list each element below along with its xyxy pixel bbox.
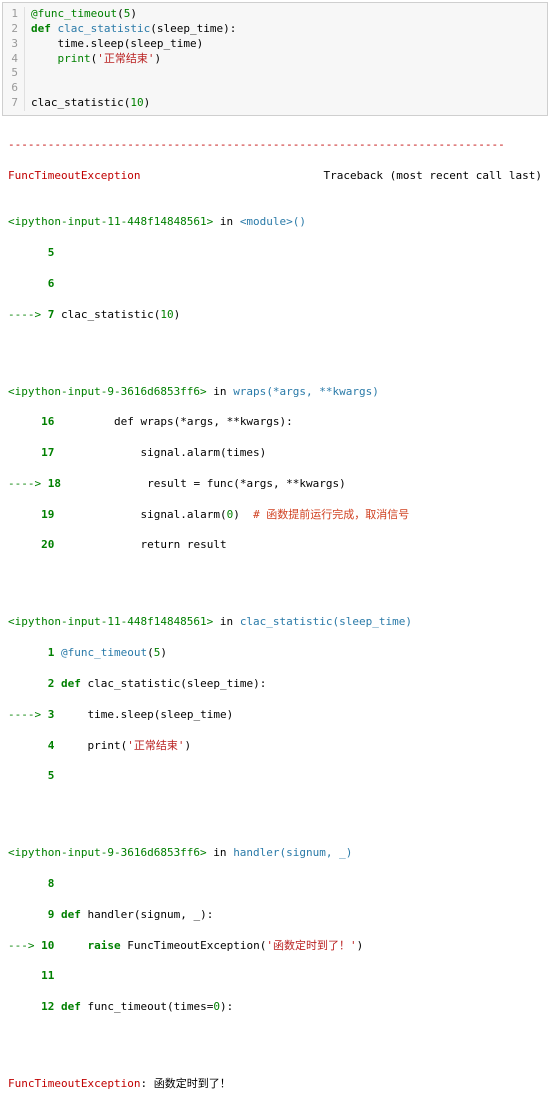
code-line: 2 def clac_statistic(sleep_time):: [3, 22, 547, 37]
comment: # 函数提前运行完成，取消信号: [253, 508, 409, 521]
literal: 5: [124, 7, 131, 20]
frame-location: <ipython-input-9-3616d6853ff6>: [8, 846, 207, 859]
lineno: 12: [41, 1000, 54, 1013]
arrow-icon: ---->: [8, 308, 48, 321]
frame: <ipython-input-11-448f14848561> in clac_…: [8, 614, 542, 629]
arrow-icon: ---->: [8, 477, 48, 490]
tb-line: 20 return result: [8, 537, 542, 552]
tb-line: 11: [8, 968, 542, 983]
line-number: 7: [3, 96, 25, 111]
tb-arrow-line: ---> 10 raise FuncTimeoutException('函数定时…: [8, 938, 542, 953]
line-number: 3: [3, 37, 25, 52]
scope: wraps: [233, 385, 266, 398]
code-line: 3 time.sleep(sleep_time): [3, 37, 547, 52]
line-number: 6: [3, 81, 25, 96]
tb-line: 9 def handler(signum, _):: [8, 907, 542, 922]
scope: handler: [233, 846, 279, 859]
code-line: 1 @func_timeout(5): [3, 7, 547, 22]
literal: 10: [130, 96, 143, 109]
traceback-label: Traceback (most recent call last): [323, 168, 542, 183]
keyword: def: [31, 22, 58, 35]
arrow-icon: ---->: [8, 708, 48, 721]
tb-arrow-line: ----> 18 result = func(*args, **kwargs): [8, 476, 542, 491]
statement: time.sleep(sleep_time): [58, 37, 204, 50]
lineno: 10: [41, 939, 54, 952]
line-number: 5: [3, 66, 25, 81]
divider: ----------------------------------------…: [8, 137, 542, 152]
tb-line: 1 @func_timeout(5): [8, 645, 542, 660]
tb-line: 4 print('正常结束'): [8, 738, 542, 753]
lineno: 4: [48, 739, 55, 752]
lineno: 11: [41, 969, 54, 982]
lineno: 5: [48, 769, 55, 782]
line-number: 4: [3, 52, 25, 67]
lineno: 16: [41, 415, 54, 428]
lineno: 19: [41, 508, 54, 521]
lineno: 1: [48, 646, 55, 659]
decorator: @func_timeout: [31, 7, 117, 20]
tb-line: 5: [8, 245, 542, 260]
lineno: 9: [48, 908, 55, 921]
lineno: 3: [48, 708, 55, 721]
call: clac_statistic: [31, 96, 124, 109]
tb-line: 19 signal.alarm(0) # 函数提前运行完成，取消信号: [8, 507, 542, 522]
frame: <ipython-input-9-3616d6853ff6> in handle…: [8, 845, 542, 860]
frame-location: <ipython-input-11-448f14848561>: [8, 615, 213, 628]
traceback-header: FuncTimeoutException Traceback (most rece…: [8, 168, 542, 183]
tb-line: 12 def func_timeout(times=0):: [8, 999, 542, 1014]
lineno: 8: [48, 877, 55, 890]
tb-line: 6: [8, 276, 542, 291]
lineno: 17: [41, 446, 54, 459]
tb-line: 5: [8, 768, 542, 783]
tb-line: 17 signal.alarm(times): [8, 445, 542, 460]
tb-arrow-line: ----> 7 clac_statistic(10): [8, 307, 542, 322]
lineno: 20: [41, 538, 54, 551]
exception-name: FuncTimeoutException: [8, 1077, 140, 1090]
code-line: 5: [3, 66, 547, 81]
code-line: 7 clac_statistic(10): [3, 96, 547, 111]
params: (sleep_time):: [150, 22, 236, 35]
frame-location: <ipython-input-9-3616d6853ff6>: [8, 385, 207, 398]
lineno: 7: [48, 308, 55, 321]
lineno: 18: [48, 477, 61, 490]
exception-message: 函数定时到了！: [154, 1077, 231, 1090]
final-exception: FuncTimeoutException: 函数定时到了！: [8, 1076, 542, 1091]
traceback-output: ----------------------------------------…: [0, 118, 550, 1094]
tb-line: 16 def wraps(*args, **kwargs):: [8, 414, 542, 429]
tb-arrow-line: ----> 3 time.sleep(sleep_time): [8, 707, 542, 722]
scope: clac_statistic: [240, 615, 333, 628]
scope: <module>: [240, 215, 293, 228]
code-line: 6: [3, 81, 547, 96]
line-number: 2: [3, 22, 25, 37]
code-input-cell: 1 @func_timeout(5) 2 def clac_statistic(…: [2, 2, 548, 116]
frame: <ipython-input-11-448f14848561> in <modu…: [8, 214, 542, 229]
exception-name: FuncTimeoutException: [8, 168, 140, 183]
builtin: print: [58, 52, 91, 65]
lineno: 2: [48, 677, 55, 690]
frame-location: <ipython-input-11-448f14848561>: [8, 215, 213, 228]
lineno: 6: [48, 277, 55, 290]
tb-line: 2 def clac_statistic(sleep_time):: [8, 676, 542, 691]
line-number: 1: [3, 7, 25, 22]
lineno: 5: [48, 246, 55, 259]
frame: <ipython-input-9-3616d6853ff6> in wraps(…: [8, 384, 542, 399]
tb-line: 8: [8, 876, 542, 891]
function-name: clac_statistic: [58, 22, 151, 35]
string-literal: '正常结束': [97, 52, 154, 65]
code-line: 4 print('正常结束'): [3, 52, 547, 67]
